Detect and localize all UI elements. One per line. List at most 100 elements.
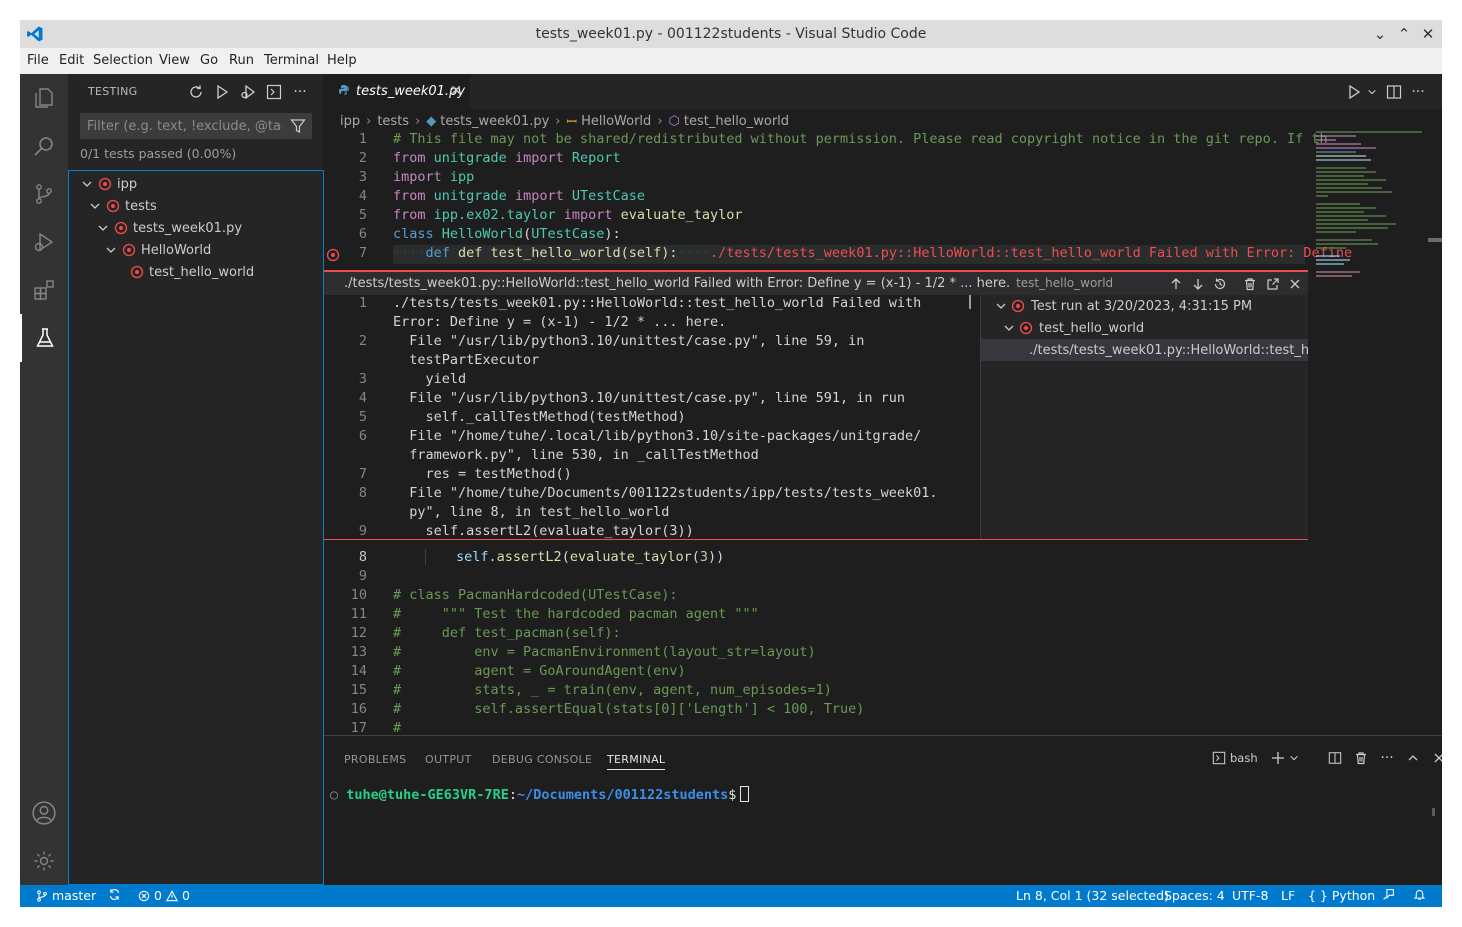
arrow-down-icon[interactable] xyxy=(1189,275,1207,293)
debug-all-icon[interactable] xyxy=(238,82,258,102)
code-editor[interactable]: 1 # This file may not be shared/redistri… xyxy=(324,131,1352,286)
open-external-icon[interactable] xyxy=(1264,275,1282,293)
line-number: 11 xyxy=(350,606,367,622)
manage-gear-icon[interactable] xyxy=(20,837,68,885)
test-run-item[interactable]: Test run at 3/20/2023, 4:31:15 PM xyxy=(995,295,1252,317)
breadcrumb-item[interactable]: ipp xyxy=(340,114,360,129)
menu-help[interactable]: Help xyxy=(327,53,357,68)
menu-selection[interactable]: Selection xyxy=(93,53,153,68)
peek-line: yield xyxy=(393,371,467,387)
close-icon[interactable] xyxy=(1286,275,1304,293)
tab-debug-console[interactable]: DEBUG CONSOLE xyxy=(492,753,592,766)
chevron-down-icon[interactable] xyxy=(79,176,95,192)
bell-icon[interactable] xyxy=(1413,888,1426,901)
run-file-icon[interactable] xyxy=(1344,82,1364,102)
breadcrumb-item[interactable]: tests xyxy=(377,114,409,129)
menu-view[interactable]: View xyxy=(159,53,190,68)
run-debug-icon[interactable] xyxy=(20,218,68,266)
sync-icon[interactable] xyxy=(108,888,121,901)
tree-item-tests[interactable]: tests xyxy=(87,195,157,217)
explorer-icon[interactable] xyxy=(20,74,68,122)
menu-run[interactable]: Run xyxy=(229,53,254,68)
filter-input[interactable] xyxy=(80,113,312,139)
inline-error-message: ./tests/tests_week01.py::HelloWorld::tes… xyxy=(710,245,1353,261)
code-line: # agent = GoAroundAgent(env) xyxy=(393,663,686,679)
chevron-down-icon[interactable] xyxy=(103,242,119,258)
peek-title: ./tests/tests_week01.py::HelloWorld::tes… xyxy=(344,276,1114,291)
minimize-icon[interactable]: ⌄ xyxy=(1370,24,1390,44)
history-icon[interactable] xyxy=(1211,275,1229,293)
tree-item-test-hello-world[interactable]: test_hello_world xyxy=(129,261,254,283)
source-control-icon[interactable] xyxy=(20,170,68,218)
peek-view-body[interactable]: 1 ./tests/tests_week01.py::HelloWorld::t… xyxy=(324,295,1308,540)
tab-output[interactable]: OUTPUT xyxy=(425,753,472,766)
python-file-icon: ◆ xyxy=(426,113,437,129)
menu-bar: File Edit Selection View Go Run Terminal… xyxy=(20,48,1442,74)
feedback-icon[interactable] xyxy=(1382,888,1395,901)
editor-scrollbar[interactable] xyxy=(1428,238,1442,242)
code-editor-lower[interactable]: 8 self.assertL2(evaluate_taylor(3)) 9 10… xyxy=(324,547,1324,735)
tree-item-tests-week01[interactable]: tests_week01.py xyxy=(95,217,242,239)
menu-edit[interactable]: Edit xyxy=(59,53,84,68)
trash-icon[interactable] xyxy=(1351,748,1371,768)
run-all-icon[interactable] xyxy=(212,82,232,102)
refresh-icon[interactable] xyxy=(186,82,206,102)
indentation[interactable]: Spaces: 4 xyxy=(1164,888,1225,903)
maximize-icon[interactable]: ⌃ xyxy=(1394,24,1414,44)
tab-tests-week01[interactable]: tests_week01.py ✕ xyxy=(324,74,470,109)
menu-go[interactable]: Go xyxy=(200,53,218,68)
extensions-icon[interactable] xyxy=(20,266,68,314)
peek-scrollbar[interactable] xyxy=(969,295,971,309)
tree-item-helloworld[interactable]: HelloWorld xyxy=(103,239,211,261)
maximize-panel-icon[interactable] xyxy=(1403,748,1423,768)
menu-file[interactable]: File xyxy=(27,53,49,68)
test-result-item[interactable]: test_hello_world xyxy=(1003,317,1144,339)
chevron-down-icon[interactable] xyxy=(87,198,103,214)
run-dropdown-chevron-icon[interactable] xyxy=(1362,82,1382,102)
testing-icon[interactable] xyxy=(20,314,68,362)
problems-indicator[interactable]: 0 0 xyxy=(138,888,190,903)
language-mode[interactable]: { } Python xyxy=(1308,888,1375,903)
chevron-down-icon xyxy=(1003,322,1019,334)
split-editor-icon[interactable] xyxy=(1384,82,1404,102)
breadcrumb-item[interactable]: tests_week01.py xyxy=(440,114,549,129)
filter-icon[interactable] xyxy=(290,118,306,134)
close-icon[interactable]: ✕ xyxy=(450,83,462,99)
tree-item-ipp[interactable]: ipp xyxy=(79,173,137,195)
encoding[interactable]: UTF-8 xyxy=(1232,888,1268,903)
search-icon[interactable] xyxy=(20,122,68,170)
terminal-scrollbar[interactable] xyxy=(1432,808,1435,816)
tab-terminal[interactable]: TERMINAL xyxy=(607,753,666,770)
minimap[interactable] xyxy=(1310,129,1428,289)
tab-problems[interactable]: PROBLEMS xyxy=(344,753,406,766)
close-window-icon[interactable]: ✕ xyxy=(1418,24,1438,44)
account-icon[interactable] xyxy=(20,789,68,837)
chevron-down-icon[interactable] xyxy=(1284,748,1304,768)
more-icon[interactable]: ··· xyxy=(1377,748,1397,768)
line-number: 17 xyxy=(350,720,367,735)
terminal-prompt-user: tuhe@tuhe-GE63VR-7RE xyxy=(346,787,509,803)
terminal-prompt-path: ~/Documents/001122students xyxy=(516,787,729,803)
line-number: 6 xyxy=(358,428,367,444)
split-terminal-icon[interactable] xyxy=(1325,748,1345,768)
close-icon[interactable] xyxy=(1429,748,1442,768)
line-ending[interactable]: LF xyxy=(1281,888,1295,903)
terminal-icon[interactable] xyxy=(264,82,284,102)
cursor-position[interactable]: Ln 8, Col 1 (32 selected) xyxy=(1016,888,1169,903)
more-icon[interactable]: ··· xyxy=(1408,82,1428,102)
breadcrumb-item[interactable]: test_hello_world xyxy=(684,114,789,129)
more-icon[interactable]: ··· xyxy=(290,82,310,102)
branch-indicator[interactable]: master xyxy=(36,888,96,903)
code-line: from ipp.ex02.taylor import evaluate_tay… xyxy=(393,207,743,223)
chevron-down-icon[interactable] xyxy=(95,220,111,236)
arrow-up-icon[interactable] xyxy=(1167,275,1185,293)
menu-terminal[interactable]: Terminal xyxy=(264,53,319,68)
terminal-shell-selector[interactable]: bash xyxy=(1212,748,1260,768)
peek-line: Error: Define y = (x-1) - 1/2 * ... here… xyxy=(393,314,727,330)
line-number: 2 xyxy=(358,150,367,166)
terminal-output[interactable]: ○ tuhe@tuhe-GE63VR-7RE:~/Documents/00112… xyxy=(330,786,750,803)
line-number: 14 xyxy=(350,663,367,679)
test-message-item[interactable]: ./tests/tests_week01.py::HelloWorld::tes… xyxy=(981,339,1308,361)
breadcrumb-item[interactable]: HelloWorld xyxy=(581,114,651,129)
trash-icon[interactable] xyxy=(1241,275,1259,293)
